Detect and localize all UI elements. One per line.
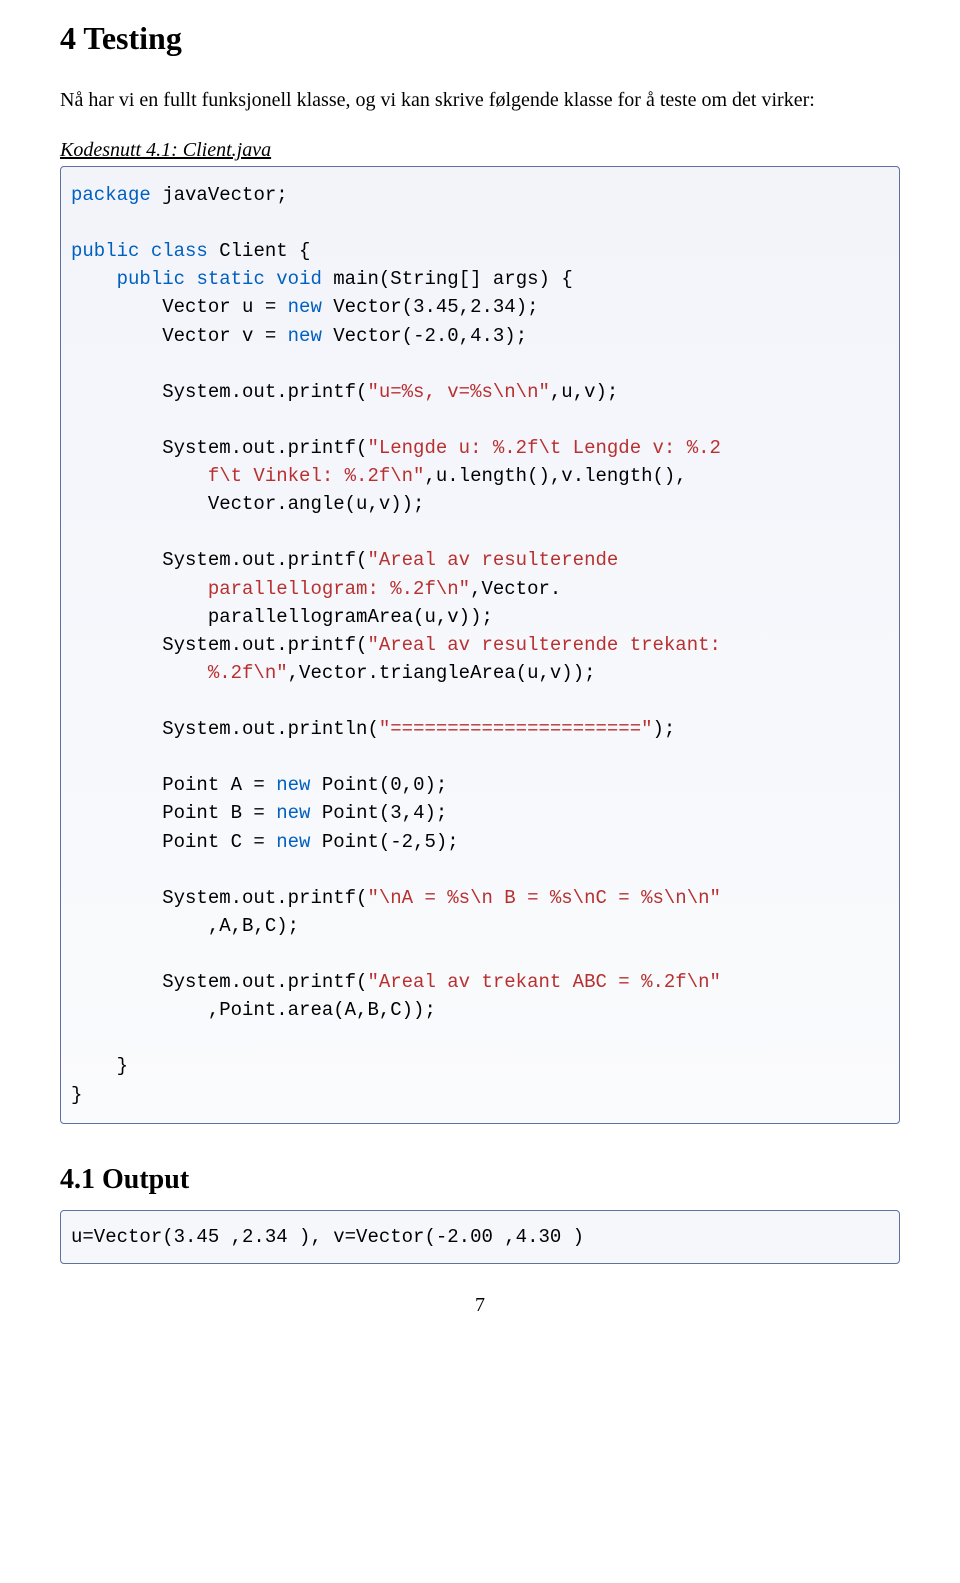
section-title: Testing xyxy=(83,20,181,56)
subsection-title: Output xyxy=(102,1164,189,1195)
output-block: u=Vector(3.45 ,2.34 ), v=Vector(-2.00 ,4… xyxy=(60,1210,900,1265)
subsection-number: 4.1 xyxy=(60,1164,95,1195)
code-block: package javaVector; public class Client … xyxy=(60,166,900,1124)
page-number: 7 xyxy=(60,1294,900,1317)
subsection-heading: 4.1 Output xyxy=(60,1164,900,1196)
code-snippet-label: Kodesnutt 4.1: Client.java xyxy=(60,139,900,162)
keyword-package: package xyxy=(71,184,151,206)
section-heading: 4 Testing xyxy=(60,20,900,57)
keyword-public: public xyxy=(71,240,139,262)
keyword-class: class xyxy=(151,240,208,262)
section-intro: Nå har vi en fullt funksjonell klasse, o… xyxy=(60,85,900,115)
section-number: 4 xyxy=(60,20,76,56)
